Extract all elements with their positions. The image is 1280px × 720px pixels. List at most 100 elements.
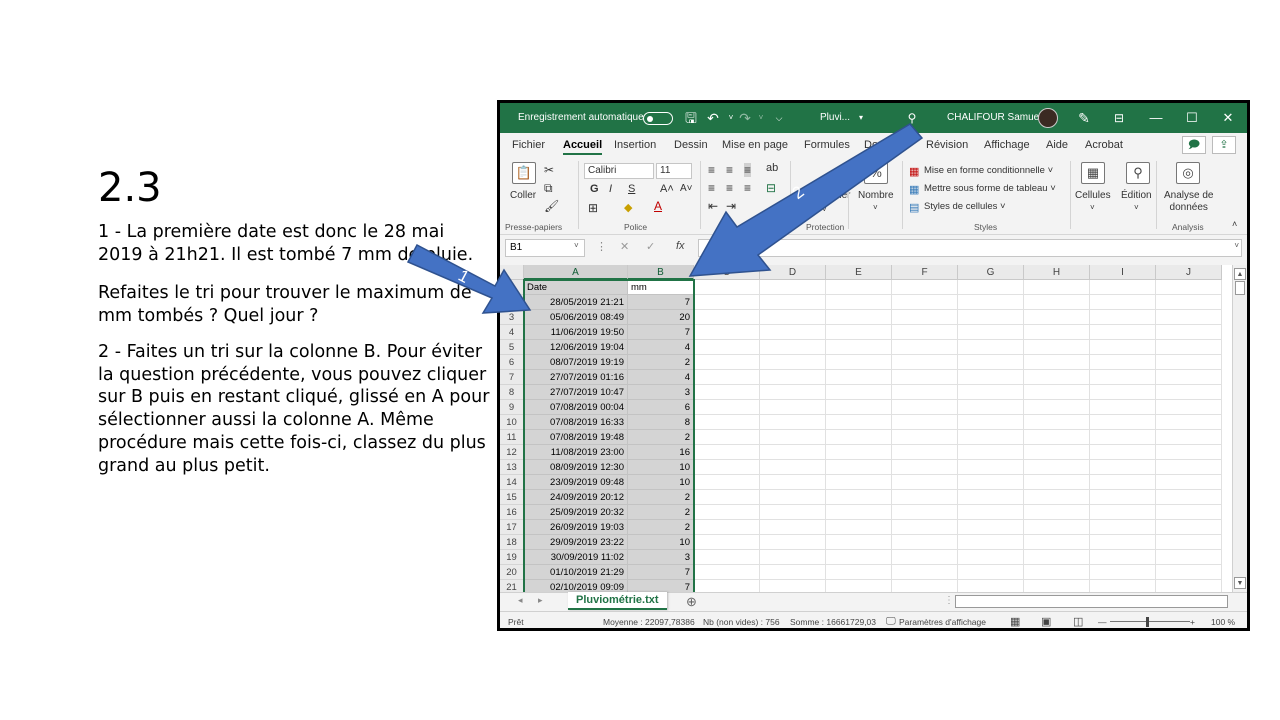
edition-button[interactable]: Édition bbox=[1121, 190, 1152, 201]
cell-mm[interactable]: 2 bbox=[628, 490, 694, 505]
empty-cell[interactable] bbox=[694, 580, 760, 592]
empty-cell[interactable] bbox=[694, 310, 760, 325]
cells-button[interactable]: Cellules bbox=[1075, 190, 1111, 201]
empty-cell[interactable] bbox=[694, 340, 760, 355]
empty-cell[interactable] bbox=[1156, 310, 1222, 325]
empty-cell[interactable] bbox=[694, 445, 760, 460]
empty-cell[interactable] bbox=[1024, 295, 1090, 310]
analyze-data-button[interactable]: Analyse de données bbox=[1164, 190, 1213, 214]
tab-fichier[interactable]: Fichier bbox=[512, 133, 545, 157]
ribbon-display-icon[interactable]: ⊟ bbox=[1110, 103, 1128, 133]
cells-dropdown-icon[interactable]: ˅ bbox=[1090, 203, 1095, 212]
empty-cell[interactable] bbox=[1090, 295, 1156, 310]
empty-cell[interactable] bbox=[1090, 505, 1156, 520]
cell-styles-icon[interactable]: ▤ bbox=[909, 201, 919, 214]
zoom-in-icon[interactable]: + bbox=[1190, 612, 1195, 628]
autosave-toggle[interactable] bbox=[643, 112, 673, 125]
cell-date[interactable]: 26/09/2019 19:03 bbox=[524, 520, 628, 535]
tab-revision[interactable]: Révision bbox=[926, 133, 968, 157]
empty-cell[interactable] bbox=[958, 385, 1024, 400]
empty-cell[interactable] bbox=[1024, 535, 1090, 550]
empty-cell[interactable] bbox=[826, 415, 892, 430]
cell-date[interactable]: 08/07/2019 19:19 bbox=[524, 355, 628, 370]
analyze-data-icon[interactable]: ◎ bbox=[1176, 162, 1200, 184]
cell-mm[interactable]: 2 bbox=[628, 520, 694, 535]
empty-cell[interactable] bbox=[892, 415, 958, 430]
cell-mm[interactable]: 10 bbox=[628, 535, 694, 550]
column-header-g[interactable]: G bbox=[958, 265, 1024, 280]
formula-input[interactable] bbox=[698, 239, 1242, 257]
horizontal-scrollbar[interactable] bbox=[955, 595, 1228, 608]
tab-affichage[interactable]: Affichage bbox=[984, 133, 1030, 157]
edition-dropdown-icon[interactable]: ˅ bbox=[1134, 203, 1139, 212]
cell-date[interactable]: 12/06/2019 19:04 bbox=[524, 340, 628, 355]
cell-date[interactable]: Date bbox=[524, 280, 628, 295]
empty-cell[interactable] bbox=[760, 385, 826, 400]
empty-cell[interactable] bbox=[1156, 355, 1222, 370]
page-layout-icon[interactable]: ▣ bbox=[1041, 612, 1051, 628]
empty-cell[interactable] bbox=[1156, 280, 1222, 295]
empty-cell[interactable] bbox=[1024, 580, 1090, 592]
increase-indent-icon[interactable]: ⇥ bbox=[726, 199, 736, 213]
empty-cell[interactable] bbox=[694, 415, 760, 430]
empty-cell[interactable] bbox=[1156, 385, 1222, 400]
paste-icon[interactable]: 📋 bbox=[512, 162, 536, 184]
empty-cell[interactable] bbox=[958, 370, 1024, 385]
empty-cell[interactable] bbox=[892, 520, 958, 535]
decrease-indent-icon[interactable]: ⇤ bbox=[708, 199, 718, 213]
empty-cell[interactable] bbox=[1090, 355, 1156, 370]
cell-date[interactable]: 02/10/2019 09:09 bbox=[524, 580, 628, 592]
empty-cell[interactable] bbox=[958, 325, 1024, 340]
cell-mm[interactable]: 10 bbox=[628, 475, 694, 490]
empty-cell[interactable] bbox=[958, 430, 1024, 445]
empty-cell[interactable] bbox=[694, 295, 760, 310]
empty-cell[interactable] bbox=[694, 565, 760, 580]
zoom-slider[interactable] bbox=[1110, 621, 1190, 622]
empty-cell[interactable] bbox=[760, 400, 826, 415]
empty-cell[interactable] bbox=[1090, 415, 1156, 430]
zoom-out-icon[interactable]: — bbox=[1098, 612, 1107, 628]
empty-cell[interactable] bbox=[892, 430, 958, 445]
protect-dropdown-icon[interactable]: ˅ bbox=[822, 205, 827, 214]
empty-cell[interactable] bbox=[958, 355, 1024, 370]
empty-cell[interactable] bbox=[1024, 505, 1090, 520]
empty-cell[interactable] bbox=[958, 565, 1024, 580]
empty-cell[interactable] bbox=[958, 280, 1024, 295]
next-sheet-icon[interactable]: ▸ bbox=[538, 595, 543, 606]
empty-cell[interactable] bbox=[1156, 445, 1222, 460]
empty-cell[interactable] bbox=[958, 415, 1024, 430]
empty-cell[interactable] bbox=[1090, 460, 1156, 475]
empty-cell[interactable] bbox=[826, 490, 892, 505]
empty-cell[interactable] bbox=[826, 550, 892, 565]
cell-mm[interactable]: 6 bbox=[628, 400, 694, 415]
wrap-text-icon[interactable]: ab bbox=[766, 162, 778, 174]
vertical-scrollbar[interactable]: ▲ ▼ bbox=[1232, 265, 1247, 592]
empty-cell[interactable] bbox=[760, 580, 826, 592]
row-header[interactable]: 7 bbox=[500, 370, 524, 385]
empty-cell[interactable] bbox=[1156, 295, 1222, 310]
empty-cell[interactable] bbox=[694, 460, 760, 475]
empty-cell[interactable] bbox=[826, 310, 892, 325]
empty-cell[interactable] bbox=[760, 490, 826, 505]
minimize-icon[interactable]: — bbox=[1138, 103, 1174, 133]
empty-cell[interactable] bbox=[760, 280, 826, 295]
add-sheet-icon[interactable]: ⊕ bbox=[686, 594, 697, 610]
empty-cell[interactable] bbox=[1090, 445, 1156, 460]
cell-mm[interactable]: 3 bbox=[628, 385, 694, 400]
empty-cell[interactable] bbox=[1024, 520, 1090, 535]
cell-date[interactable]: 25/09/2019 20:32 bbox=[524, 505, 628, 520]
empty-cell[interactable] bbox=[1156, 415, 1222, 430]
tab-formules[interactable]: Formules bbox=[804, 133, 850, 157]
empty-cell[interactable] bbox=[1024, 310, 1090, 325]
empty-cell[interactable] bbox=[826, 355, 892, 370]
cell-date[interactable]: 23/09/2019 09:48 bbox=[524, 475, 628, 490]
empty-cell[interactable] bbox=[760, 415, 826, 430]
empty-cell[interactable] bbox=[694, 475, 760, 490]
format-painter-icon[interactable]: 🖌 bbox=[544, 199, 559, 213]
scroll-thumb[interactable] bbox=[1235, 281, 1245, 295]
empty-cell[interactable] bbox=[1024, 340, 1090, 355]
redo-dropdown-icon[interactable]: ˅ bbox=[752, 103, 770, 133]
conditional-format-icon[interactable]: ▦ bbox=[909, 165, 919, 178]
empty-cell[interactable] bbox=[892, 460, 958, 475]
column-header-h[interactable]: H bbox=[1024, 265, 1090, 280]
